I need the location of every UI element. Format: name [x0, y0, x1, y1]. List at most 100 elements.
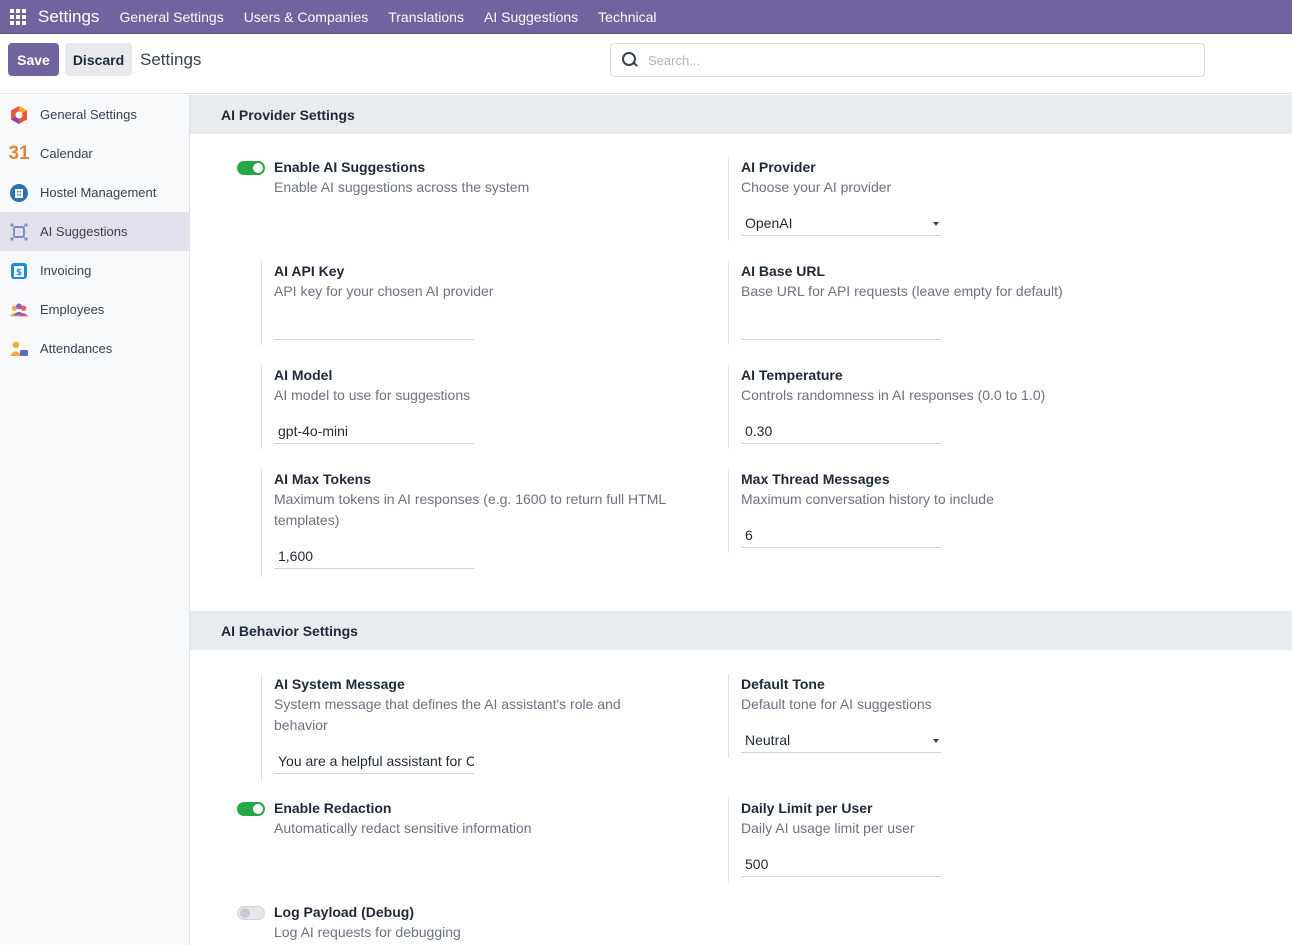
- log-payload-toggle[interactable]: [237, 906, 265, 920]
- sidebar-item-general-settings[interactable]: General Settings: [0, 95, 189, 134]
- setting-description: System message that defines the AI assis…: [274, 696, 621, 733]
- setting-description: Maximum conversation history to include: [741, 491, 994, 507]
- setting-description: Enable AI suggestions across the system: [274, 179, 530, 195]
- setting-title: Log Payload (Debug): [274, 904, 414, 920]
- default-tone-select[interactable]: Neutral: [741, 728, 941, 753]
- setting-ai-max-tokens: AI Max Tokens Maximum tokens in AI respo…: [261, 469, 684, 577]
- ai-provider-select[interactable]: OpenAI: [741, 211, 941, 236]
- enable-redaction-toggle[interactable]: [237, 802, 265, 816]
- menu-users-companies[interactable]: Users & Companies: [244, 9, 369, 25]
- menu-translations[interactable]: Translations: [388, 9, 464, 25]
- search-icon: [622, 52, 638, 68]
- divider: [728, 261, 729, 345]
- ai-max-tokens-input[interactable]: 1,600: [274, 544, 474, 569]
- calendar-icon: 31: [8, 142, 30, 164]
- setting-ai-system-message: AI System Message System message that de…: [261, 674, 644, 782]
- menu-general-settings[interactable]: General Settings: [119, 9, 223, 25]
- sidebar-item-calendar[interactable]: 31 Calendar: [0, 134, 189, 173]
- divider: [261, 469, 262, 577]
- setting-title: Max Thread Messages: [741, 471, 890, 487]
- sidebar-item-label: Attendances: [40, 341, 113, 356]
- setting-title: AI Provider: [741, 159, 816, 175]
- odoo-icon: [9, 105, 29, 125]
- setting-description: Default tone for AI suggestions: [741, 696, 932, 712]
- sidebar-item-attendances[interactable]: Attendances: [0, 329, 189, 368]
- menu-ai-suggestions[interactable]: AI Suggestions: [484, 9, 578, 25]
- control-panel: Save Discard Settings: [0, 34, 1292, 94]
- setting-title: AI Model: [274, 367, 333, 383]
- divider: [728, 157, 729, 241]
- sidebar-item-ai-suggestions[interactable]: AI Suggestions: [0, 212, 189, 251]
- sidebar-item-invoicing[interactable]: $ Invoicing: [0, 251, 189, 290]
- setting-description: Base URL for API requests (leave empty f…: [741, 283, 1063, 299]
- setting-title: Enable AI Suggestions: [274, 159, 426, 175]
- setting-description: Choose your AI provider: [741, 179, 892, 195]
- svg-text:$: $: [16, 268, 22, 278]
- setting-ai-temperature: AI Temperature Controls randomness in AI…: [728, 365, 1181, 449]
- divider: [728, 798, 729, 882]
- setting-title: Daily Limit per User: [741, 800, 873, 816]
- setting-ai-model: AI Model AI model to use for suggestions…: [261, 365, 714, 449]
- ai-temperature-input[interactable]: 0.30: [741, 419, 941, 444]
- search-input[interactable]: [648, 52, 1168, 68]
- setting-description: API key for your chosen AI provider: [274, 283, 494, 299]
- setting-title: Enable Redaction: [274, 800, 392, 816]
- setting-title: AI Temperature: [741, 367, 843, 383]
- setting-title: Default Tone: [741, 676, 825, 692]
- discard-button[interactable]: Discard: [65, 43, 132, 76]
- ai-base-url-input[interactable]: [741, 315, 941, 340]
- setting-title: AI API Key: [274, 263, 345, 279]
- sidebar-item-hostel-management[interactable]: Hostel Management: [0, 173, 189, 212]
- setting-description: Maximum tokens in AI responses (e.g. 160…: [274, 491, 666, 528]
- employees-icon: [9, 300, 29, 320]
- sidebar-item-label: AI Suggestions: [40, 224, 128, 239]
- settings-sidebar: General Settings 31 Calendar Hostel Mana…: [0, 95, 190, 945]
- selected-value: Neutral: [745, 732, 791, 748]
- save-button[interactable]: Save: [8, 43, 59, 76]
- setting-title: AI Base URL: [741, 263, 826, 279]
- invoice-icon: $: [9, 261, 29, 281]
- setting-daily-limit-per-user: Daily Limit per User Daily AI usage limi…: [728, 798, 1181, 882]
- section-header-ai-provider: AI Provider Settings: [190, 95, 1292, 134]
- divider: [728, 674, 729, 758]
- chevron-down-icon: [933, 739, 939, 743]
- section-header-ai-behavior: AI Behavior Settings: [190, 611, 1292, 650]
- enable-ai-suggestions-toggle[interactable]: [237, 161, 265, 175]
- setting-ai-base-url: AI Base URL Base URL for API requests (l…: [728, 261, 1181, 345]
- sidebar-item-employees[interactable]: Employees: [0, 290, 189, 329]
- search-box[interactable]: [610, 43, 1205, 77]
- divider: [261, 261, 262, 345]
- divider: [261, 365, 262, 449]
- setting-description: Log AI requests for debugging: [274, 924, 461, 940]
- divider: [728, 469, 729, 553]
- setting-description: AI model to use for suggestions: [274, 387, 471, 403]
- setting-description: Controls randomness in AI responses (0.0…: [741, 387, 1046, 403]
- apps-menu-icon[interactable]: [0, 0, 36, 34]
- setting-default-tone: Default Tone Default tone for AI suggest…: [728, 674, 1181, 758]
- setting-title: AI System Message: [274, 676, 405, 692]
- ai-model-input[interactable]: gpt-4o-mini: [274, 419, 474, 444]
- top-navbar: Settings General Settings Users & Compan…: [0, 0, 1292, 34]
- setting-title: AI Max Tokens: [274, 471, 371, 487]
- setting-enable-ai-suggestions: Enable AI Suggestions Enable AI suggesti…: [274, 157, 714, 198]
- setting-description: Daily AI usage limit per user: [741, 820, 915, 836]
- setting-enable-redaction: Enable Redaction Automatically redact se…: [274, 798, 714, 839]
- app-title[interactable]: Settings: [38, 7, 99, 27]
- setting-log-payload: Log Payload (Debug) Log AI requests for …: [274, 902, 714, 943]
- daily-limit-input[interactable]: 500: [741, 852, 941, 877]
- ai-icon: [9, 222, 29, 242]
- setting-max-thread-messages: Max Thread Messages Maximum conversation…: [728, 469, 1181, 553]
- sidebar-item-label: Hostel Management: [40, 185, 157, 200]
- ai-system-message-input[interactable]: You are a helpful assistant for C: [274, 749, 474, 774]
- ai-api-key-input[interactable]: [274, 315, 474, 340]
- max-thread-messages-input[interactable]: 6: [741, 523, 941, 548]
- chevron-down-icon: [933, 222, 939, 226]
- setting-ai-api-key: AI API Key API key for your chosen AI pr…: [261, 261, 714, 345]
- sidebar-item-label: General Settings: [40, 107, 137, 122]
- sidebar-item-label: Employees: [40, 302, 105, 317]
- sidebar-item-label: Invoicing: [40, 263, 92, 278]
- sidebar-item-label: Calendar: [40, 146, 93, 161]
- setting-description: Automatically redact sensitive informati…: [274, 820, 532, 836]
- settings-main: AI Provider Settings Enable AI Suggestio…: [190, 95, 1292, 945]
- menu-technical[interactable]: Technical: [598, 9, 656, 25]
